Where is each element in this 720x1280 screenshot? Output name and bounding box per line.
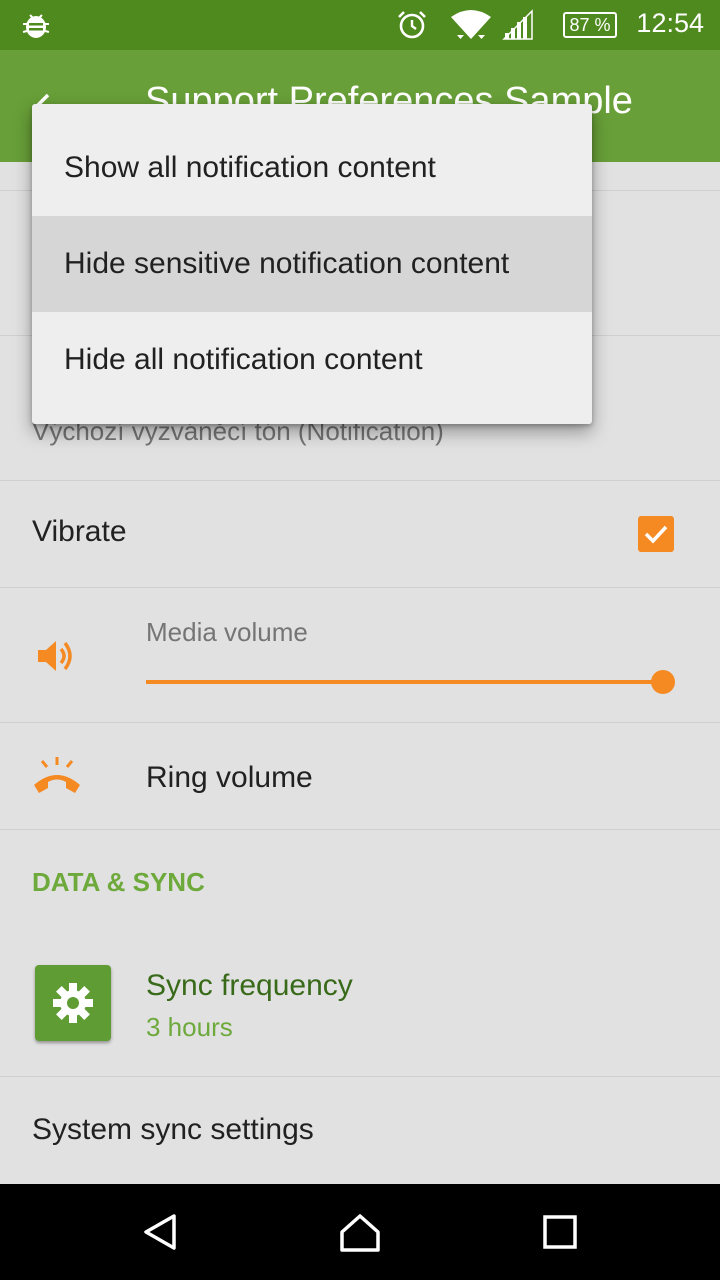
status-bar: 87 % 12:54 [0, 0, 720, 50]
system-sync-settings-label: System sync settings [32, 1113, 314, 1146]
divider [0, 829, 720, 830]
section-header-data-sync: DATA & SYNC [32, 867, 205, 897]
speaker-icon [38, 641, 72, 671]
navigation-bar [0, 1184, 720, 1280]
ring-volume-label: Ring volume [146, 761, 313, 794]
cell-signal-icon [502, 9, 533, 40]
battery-percent: 87 % [569, 15, 611, 35]
ringing-phone-icon [34, 757, 80, 793]
sync-frequency-title: Sync frequency [146, 969, 353, 1002]
sync-frequency-summary: 3 hours [146, 1012, 233, 1042]
media-volume-label: Media volume [146, 617, 308, 647]
vibrate-checkbox[interactable] [638, 516, 674, 552]
menu-item-hide-sensitive[interactable]: Hide sensitive notification content [32, 216, 592, 312]
gear-icon [53, 983, 93, 1023]
media-volume-slider-track[interactable] [146, 680, 664, 684]
menu-item-hide-all[interactable]: Hide all notification content [32, 312, 592, 408]
ring-volume-row[interactable]: Ring volume [0, 723, 720, 829]
sync-settings-icon-box [35, 965, 111, 1041]
wifi-icon [451, 10, 491, 39]
clock: 12:54 [636, 8, 704, 38]
back-triangle-icon[interactable] [138, 1210, 182, 1254]
menu-item-show-all[interactable]: Show all notification content [32, 120, 592, 216]
system-sync-settings-row[interactable]: System sync settings [0, 1077, 720, 1184]
debug-bug-icon [22, 14, 50, 38]
battery-icon: 87 % [563, 12, 617, 38]
recents-square-icon[interactable] [538, 1210, 582, 1254]
notification-visibility-menu: Show all notification content Hide sensi… [32, 104, 592, 424]
vibrate-label: Vibrate [32, 515, 127, 548]
home-icon[interactable] [338, 1210, 382, 1254]
divider [0, 587, 720, 588]
vibrate-row[interactable]: Vibrate [0, 481, 720, 587]
alarm-icon [398, 11, 426, 39]
media-volume-slider-thumb[interactable] [651, 670, 675, 694]
checkmark-icon [644, 525, 668, 544]
